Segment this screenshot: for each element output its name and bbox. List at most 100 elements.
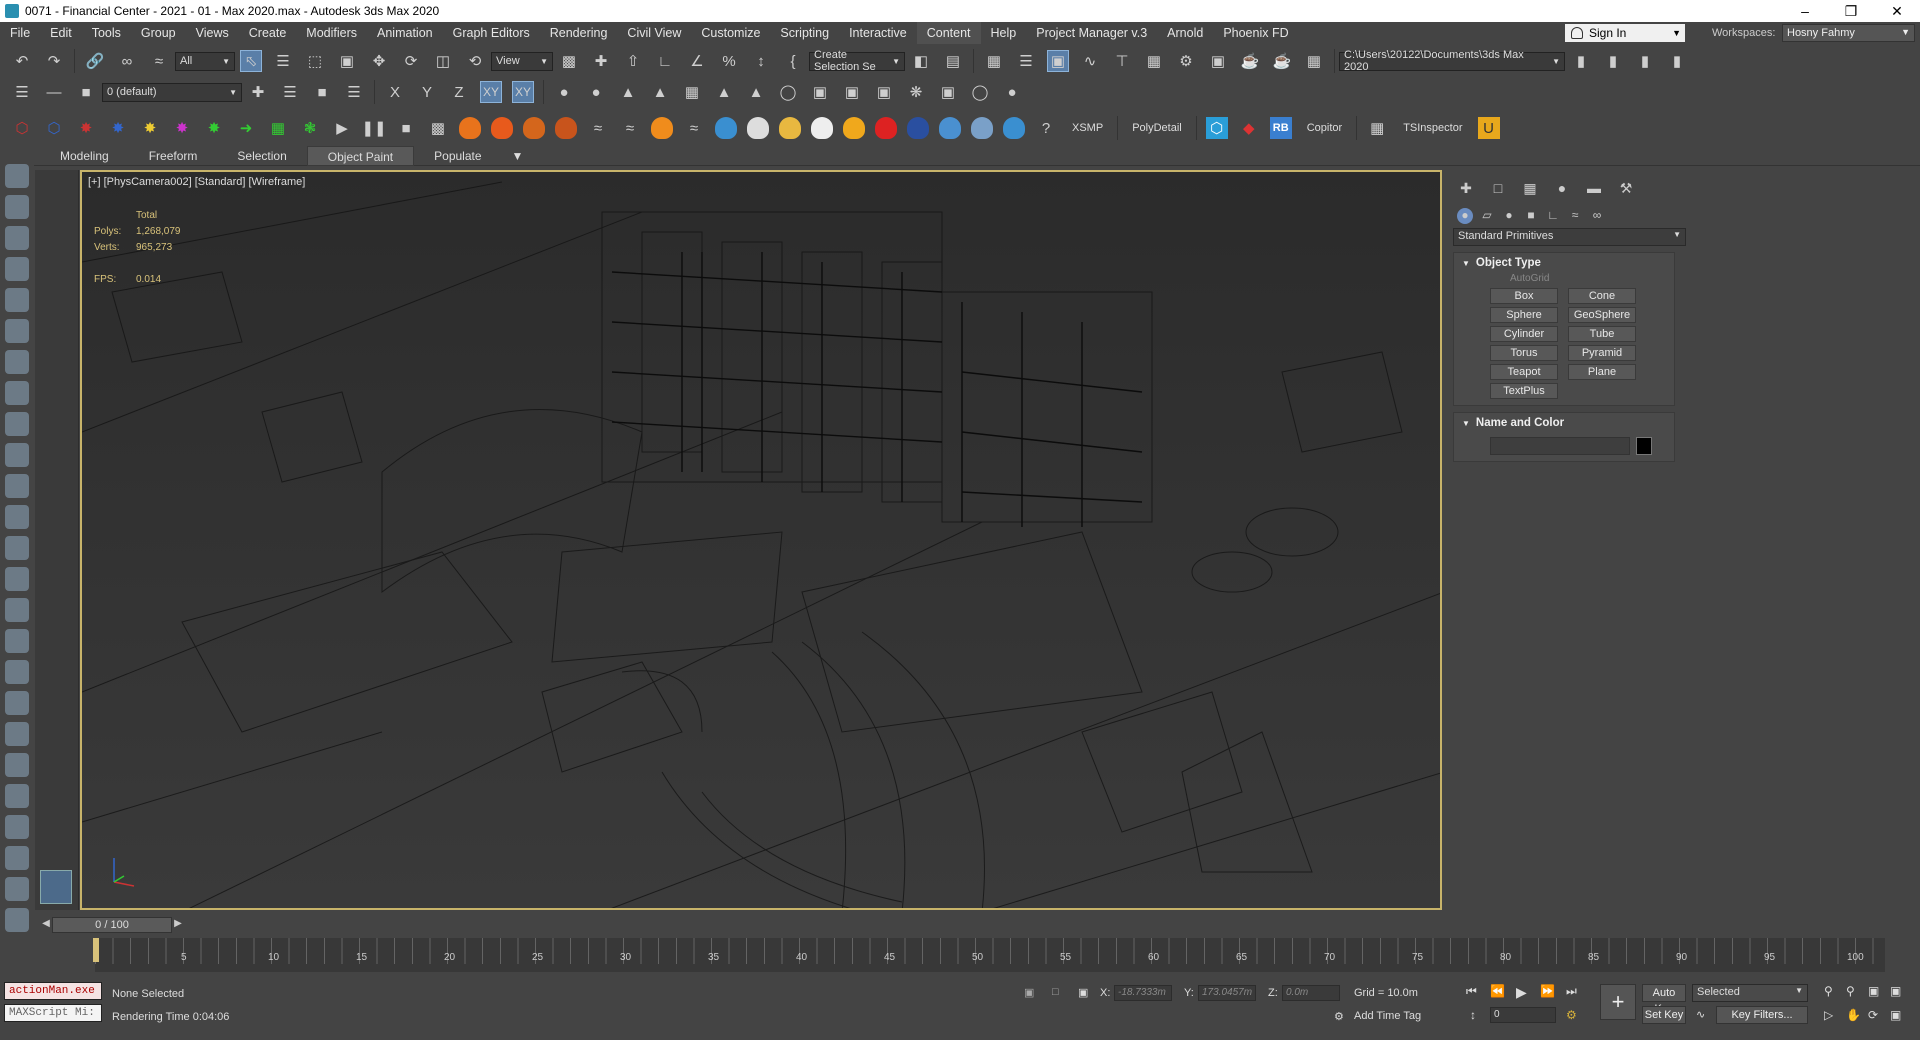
grab-viewport-icon[interactable]: ◯ [777, 81, 799, 103]
help-icon[interactable]: ? [1035, 117, 1057, 139]
move-icon[interactable]: ✥ [368, 50, 390, 72]
set-key-icon[interactable]: + [1600, 984, 1636, 1020]
cube-plugin-icon[interactable]: ⬡ [1205, 117, 1228, 139]
unlink-icon[interactable]: ∞ [116, 50, 138, 72]
render-setup-icon[interactable]: ⚙ [1175, 50, 1197, 72]
go-to-start-icon[interactable]: ⏮ [1466, 984, 1477, 999]
red-sphere-icon[interactable] [875, 117, 897, 139]
tool-icon[interactable] [5, 691, 29, 715]
go-to-end-icon[interactable]: ⏭ [1566, 984, 1577, 999]
window-crossing-icon[interactable]: ▣ [336, 50, 358, 72]
polydetail-button[interactable]: PolyDetail [1122, 122, 1192, 134]
absolute-mode-icon[interactable]: ▣ [1078, 986, 1088, 999]
sphere-red-icon[interactable]: ✸ [75, 117, 97, 139]
pivot-center-icon[interactable]: ▩ [558, 50, 580, 72]
object-icon[interactable] [5, 536, 29, 560]
rb-button[interactable]: RB [1269, 117, 1292, 139]
menu-civil-view[interactable]: Civil View [617, 22, 691, 44]
tsinspector-icon[interactable]: ▦ [1366, 117, 1388, 139]
diamond-plugin-icon[interactable]: ◆ [1238, 117, 1260, 139]
space-warps-icon[interactable]: ≈ [1567, 208, 1583, 224]
burst-green-icon[interactable]: ❃ [299, 117, 321, 139]
plane-icon[interactable] [5, 443, 29, 467]
motion-tab-icon[interactable]: ● [1551, 180, 1573, 198]
clone-align-icon[interactable]: ❋ [905, 81, 927, 103]
current-frame-field[interactable]: 0 [1490, 1007, 1556, 1023]
spacing-tool-icon[interactable]: ▣ [873, 81, 895, 103]
constrain-plane-button[interactable]: XY [512, 81, 534, 103]
menu-project-manager[interactable]: Project Manager v.3 [1026, 22, 1157, 44]
menu-tools[interactable]: Tools [82, 22, 131, 44]
torus-button[interactable]: Torus [1490, 345, 1558, 361]
teapot-button[interactable]: Teapot [1490, 364, 1558, 380]
copitor-button[interactable]: Copitor [1297, 122, 1352, 134]
select-object-icon[interactable]: ⬁ [240, 50, 262, 72]
next-frame-icon[interactable]: ▶ [172, 918, 184, 932]
selection-filter-dropdown[interactable]: All ▼ [175, 51, 235, 71]
cube-blue-icon[interactable]: ⬡ [43, 117, 65, 139]
liquid-icon[interactable] [715, 117, 737, 139]
fire-source-icon[interactable] [555, 117, 577, 139]
close-icon[interactable]: ✕ [1874, 3, 1920, 20]
constrain-y-button[interactable]: Y [416, 81, 438, 103]
reference-coordinate-dropdown[interactable]: View ▼ [491, 51, 553, 71]
zoom-all-icon[interactable]: ⚲ [1846, 984, 1855, 998]
menu-phoenix-fd[interactable]: Phoenix FD [1213, 22, 1298, 44]
perspective-viewport[interactable]: [+] [PhysCamera002] [Standard] [Wirefram… [80, 170, 1442, 910]
dome-icon[interactable] [5, 474, 29, 498]
play-icon[interactable]: ▶ [331, 117, 353, 139]
menu-arnold[interactable]: Arnold [1157, 22, 1213, 44]
camera-icon[interactable] [5, 412, 29, 436]
light-lister-icon[interactable]: ● [1001, 81, 1023, 103]
project-folder-icon[interactable]: ▮ [1570, 50, 1592, 72]
lock-selection-icon[interactable]: □ [1052, 986, 1059, 998]
utilities-tab-icon[interactable]: ⚒ [1615, 180, 1637, 198]
project-path-dropdown[interactable]: C:\Users\20122\Documents\3ds Max 2020 ▼ [1339, 49, 1565, 73]
link-icon[interactable]: 🔗 [84, 50, 106, 72]
project-new-icon[interactable]: ▮ [1666, 50, 1688, 72]
normal-align-icon[interactable]: ▣ [937, 81, 959, 103]
render-production-icon[interactable]: ☕ [1239, 50, 1261, 72]
material-editor-icon[interactable]: ▦ [1143, 50, 1165, 72]
blue-orb-icon[interactable] [907, 117, 929, 139]
menu-edit[interactable]: Edit [40, 22, 82, 44]
select-in-layer-icon[interactable]: ■ [311, 81, 333, 103]
sphere-button[interactable]: Sphere [1490, 307, 1558, 323]
curve-editor-icon[interactable]: ∿ [1079, 50, 1101, 72]
x-coordinate-field[interactable]: -18.7333m [1114, 985, 1172, 1001]
bind-space-warp-icon[interactable]: ≈ [148, 50, 170, 72]
sphere-icon[interactable] [5, 505, 29, 529]
flame-icon[interactable] [651, 117, 673, 139]
leaf-icon[interactable] [5, 784, 29, 808]
explosion-icon[interactable] [843, 117, 865, 139]
brazil-icon[interactable]: ▲ [649, 81, 671, 103]
scene-explorer-icon[interactable]: ▦ [983, 50, 1005, 72]
z-coordinate-field[interactable]: 0.0m [1282, 985, 1340, 1001]
spinner-snap-icon[interactable]: ↕ [750, 50, 772, 72]
primitive-category-dropdown[interactable]: Standard Primitives ▼ [1453, 228, 1686, 246]
zoom-extents-all-icon[interactable]: ▣ [1890, 984, 1901, 998]
key-tangents-icon[interactable]: ∿ [1696, 1008, 1705, 1021]
rectangular-selection-icon[interactable]: ⬚ [304, 50, 326, 72]
arrow-green-icon[interactable]: ➜ [235, 117, 257, 139]
atom-yellow-icon[interactable]: ✸ [139, 117, 161, 139]
menu-rendering[interactable]: Rendering [540, 22, 618, 44]
time-tag-icon[interactable]: ⚙ [1334, 1010, 1344, 1023]
grid-green-icon[interactable]: ▦ [267, 117, 289, 139]
tube-button[interactable]: Tube [1568, 326, 1636, 342]
fire-preset-icon[interactable] [523, 117, 545, 139]
menu-content[interactable]: Content [916, 22, 981, 44]
scale-icon[interactable]: ◫ [432, 50, 454, 72]
snapshot-icon[interactable]: ▣ [809, 81, 831, 103]
layer-visibility-icon[interactable]: — [43, 81, 65, 103]
layer-dropdown[interactable]: 0 (default) ▼ [102, 82, 242, 102]
zoom-extents-icon[interactable]: ▣ [1868, 984, 1879, 998]
select-manipulate-icon[interactable]: ✚ [590, 50, 612, 72]
redo-icon[interactable]: ↷ [43, 50, 65, 72]
sun-icon[interactable] [5, 598, 29, 622]
menu-scripting[interactable]: Scripting [770, 22, 839, 44]
render-sphere-icon[interactable] [5, 877, 29, 901]
minimize-icon[interactable]: – [1782, 3, 1828, 19]
array-icon[interactable]: ▣ [841, 81, 863, 103]
time-slider-thumb[interactable]: 0 / 100 [52, 917, 172, 933]
